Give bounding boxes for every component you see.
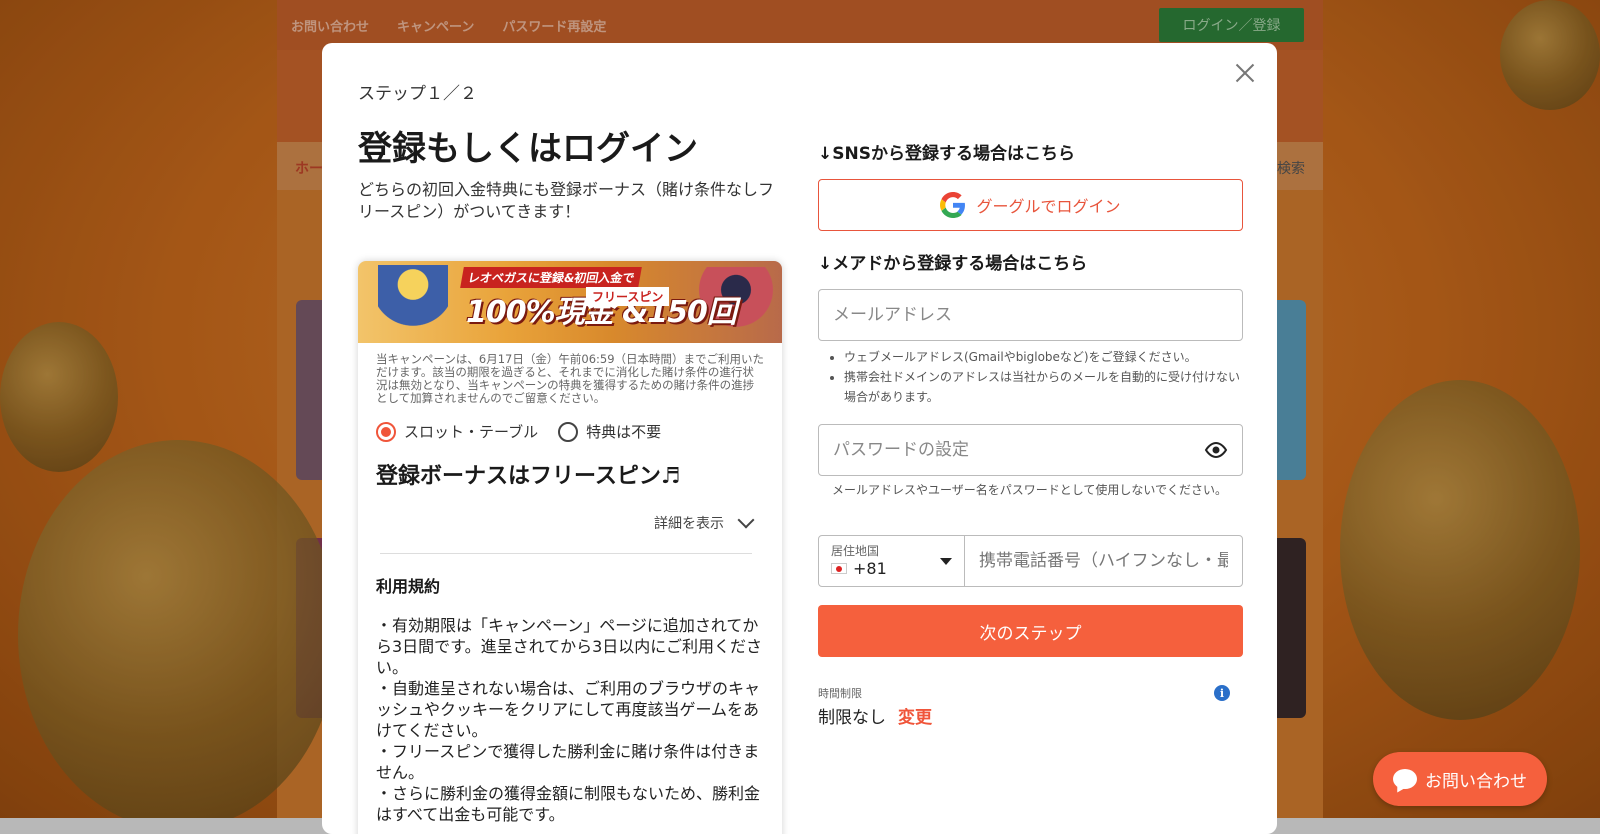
bonus-radio-group: スロット・テーブル 特典は不要 <box>358 405 782 442</box>
google-icon <box>940 192 966 218</box>
chevron-down-icon <box>737 511 755 529</box>
time-limit-value: 制限なし <box>818 708 886 728</box>
terms-heading: 利用規約 <box>376 577 441 596</box>
step-indicator: ステップ１／２ <box>358 84 477 104</box>
phone-field-wrapper <box>965 536 1242 586</box>
radio-label: スロット・テーブル <box>404 423 539 441</box>
email-field[interactable] <box>819 290 1242 340</box>
email-note: 携帯会社ドメインのアドレスは当社からのメールを自動的に受け付けない場合があります… <box>844 367 1240 407</box>
phone-field[interactable] <box>965 536 1242 586</box>
time-limit-change-link[interactable]: 変更 <box>898 703 932 728</box>
modal-title: 登録もしくはログイン <box>358 129 698 169</box>
chat-label: お問い合わせ <box>1425 771 1527 792</box>
radio-unselected-icon <box>558 421 579 442</box>
bonus-title: 登録ボーナスはフリースピン♬ <box>376 464 681 489</box>
caret-down-icon <box>940 558 952 565</box>
campaign-banner: レオベガスに登録&初回入金で 100%現金 &150回 フリースピン <box>358 261 782 343</box>
radio-selected-icon <box>376 421 396 442</box>
close-icon[interactable] <box>1231 59 1259 87</box>
sns-heading: ↓SNSから登録する場合はこちら <box>818 144 1075 164</box>
password-field[interactable] <box>819 425 1242 475</box>
phone-row: 居住地国 +81 <box>818 535 1243 587</box>
register-modal: ステップ１／２ 登録もしくはログイン どちらの初回入金特典にも登録ボーナス（賭け… <box>322 43 1277 834</box>
eye-icon[interactable] <box>1204 441 1228 459</box>
radio-label: 特典は不要 <box>586 423 662 441</box>
show-details-toggle[interactable]: 詳細を表示 <box>654 511 755 533</box>
campaign-note: 当キャンペーンは、6月17日（金）午前06:59（日本時間）までご利用いただけま… <box>376 352 765 405</box>
banner-headline: レオベガスに登録&初回入金で <box>460 267 643 288</box>
radio-slot-table[interactable]: スロット・テーブル <box>376 421 538 442</box>
banner-freespin-badge: フリースピン <box>586 287 670 306</box>
terms-body: ・有効期限は「キャンペーン」ページに追加されてから3日間です。進呈されてから3日… <box>376 616 762 824</box>
divider <box>380 553 752 554</box>
details-label: 詳細を表示 <box>654 516 724 532</box>
chat-bubble-icon <box>1393 769 1417 789</box>
country-code: +81 <box>853 559 887 578</box>
password-note: メールアドレスやユーザー名をパスワードとして使用しないでください。 <box>832 483 1228 497</box>
bonus-panel: レオベガスに登録&初回入金で 100%現金 &150回 フリースピン 当キャンペ… <box>358 261 782 834</box>
email-field-wrapper <box>818 289 1243 341</box>
email-note: ウェブメールアドレス(Gmailやbiglobeなど)をご登録ください。 <box>844 347 1240 367</box>
time-limit-label: 時間制限 <box>818 687 862 700</box>
password-field-wrapper <box>818 424 1243 476</box>
country-code-select[interactable]: 居住地国 +81 <box>819 536 965 586</box>
contact-chat-button[interactable]: お問い合わせ <box>1373 752 1547 806</box>
modal-subtitle: どちらの初回入金特典にも登録ボーナス（賭け条件なしフリースピン）がついてきます！ <box>358 180 775 221</box>
email-notes: ウェブメールアドレス(Gmailやbiglobeなど)をご登録ください。 携帯会… <box>830 347 1240 407</box>
radio-no-bonus[interactable]: 特典は不要 <box>558 421 661 442</box>
info-icon[interactable]: i <box>1214 685 1230 701</box>
japan-flag-icon <box>831 563 847 574</box>
country-value: +81 <box>831 559 952 578</box>
country-label: 居住地国 <box>831 544 880 558</box>
google-login-button[interactable]: グーグルでログイン <box>818 179 1243 231</box>
google-button-label: グーグルでログイン <box>976 197 1121 216</box>
next-step-button[interactable]: 次のステップ <box>818 605 1243 657</box>
banner-character-left <box>378 265 448 343</box>
mail-heading: ↓メアドから登録する場合はこちら <box>818 254 1088 274</box>
